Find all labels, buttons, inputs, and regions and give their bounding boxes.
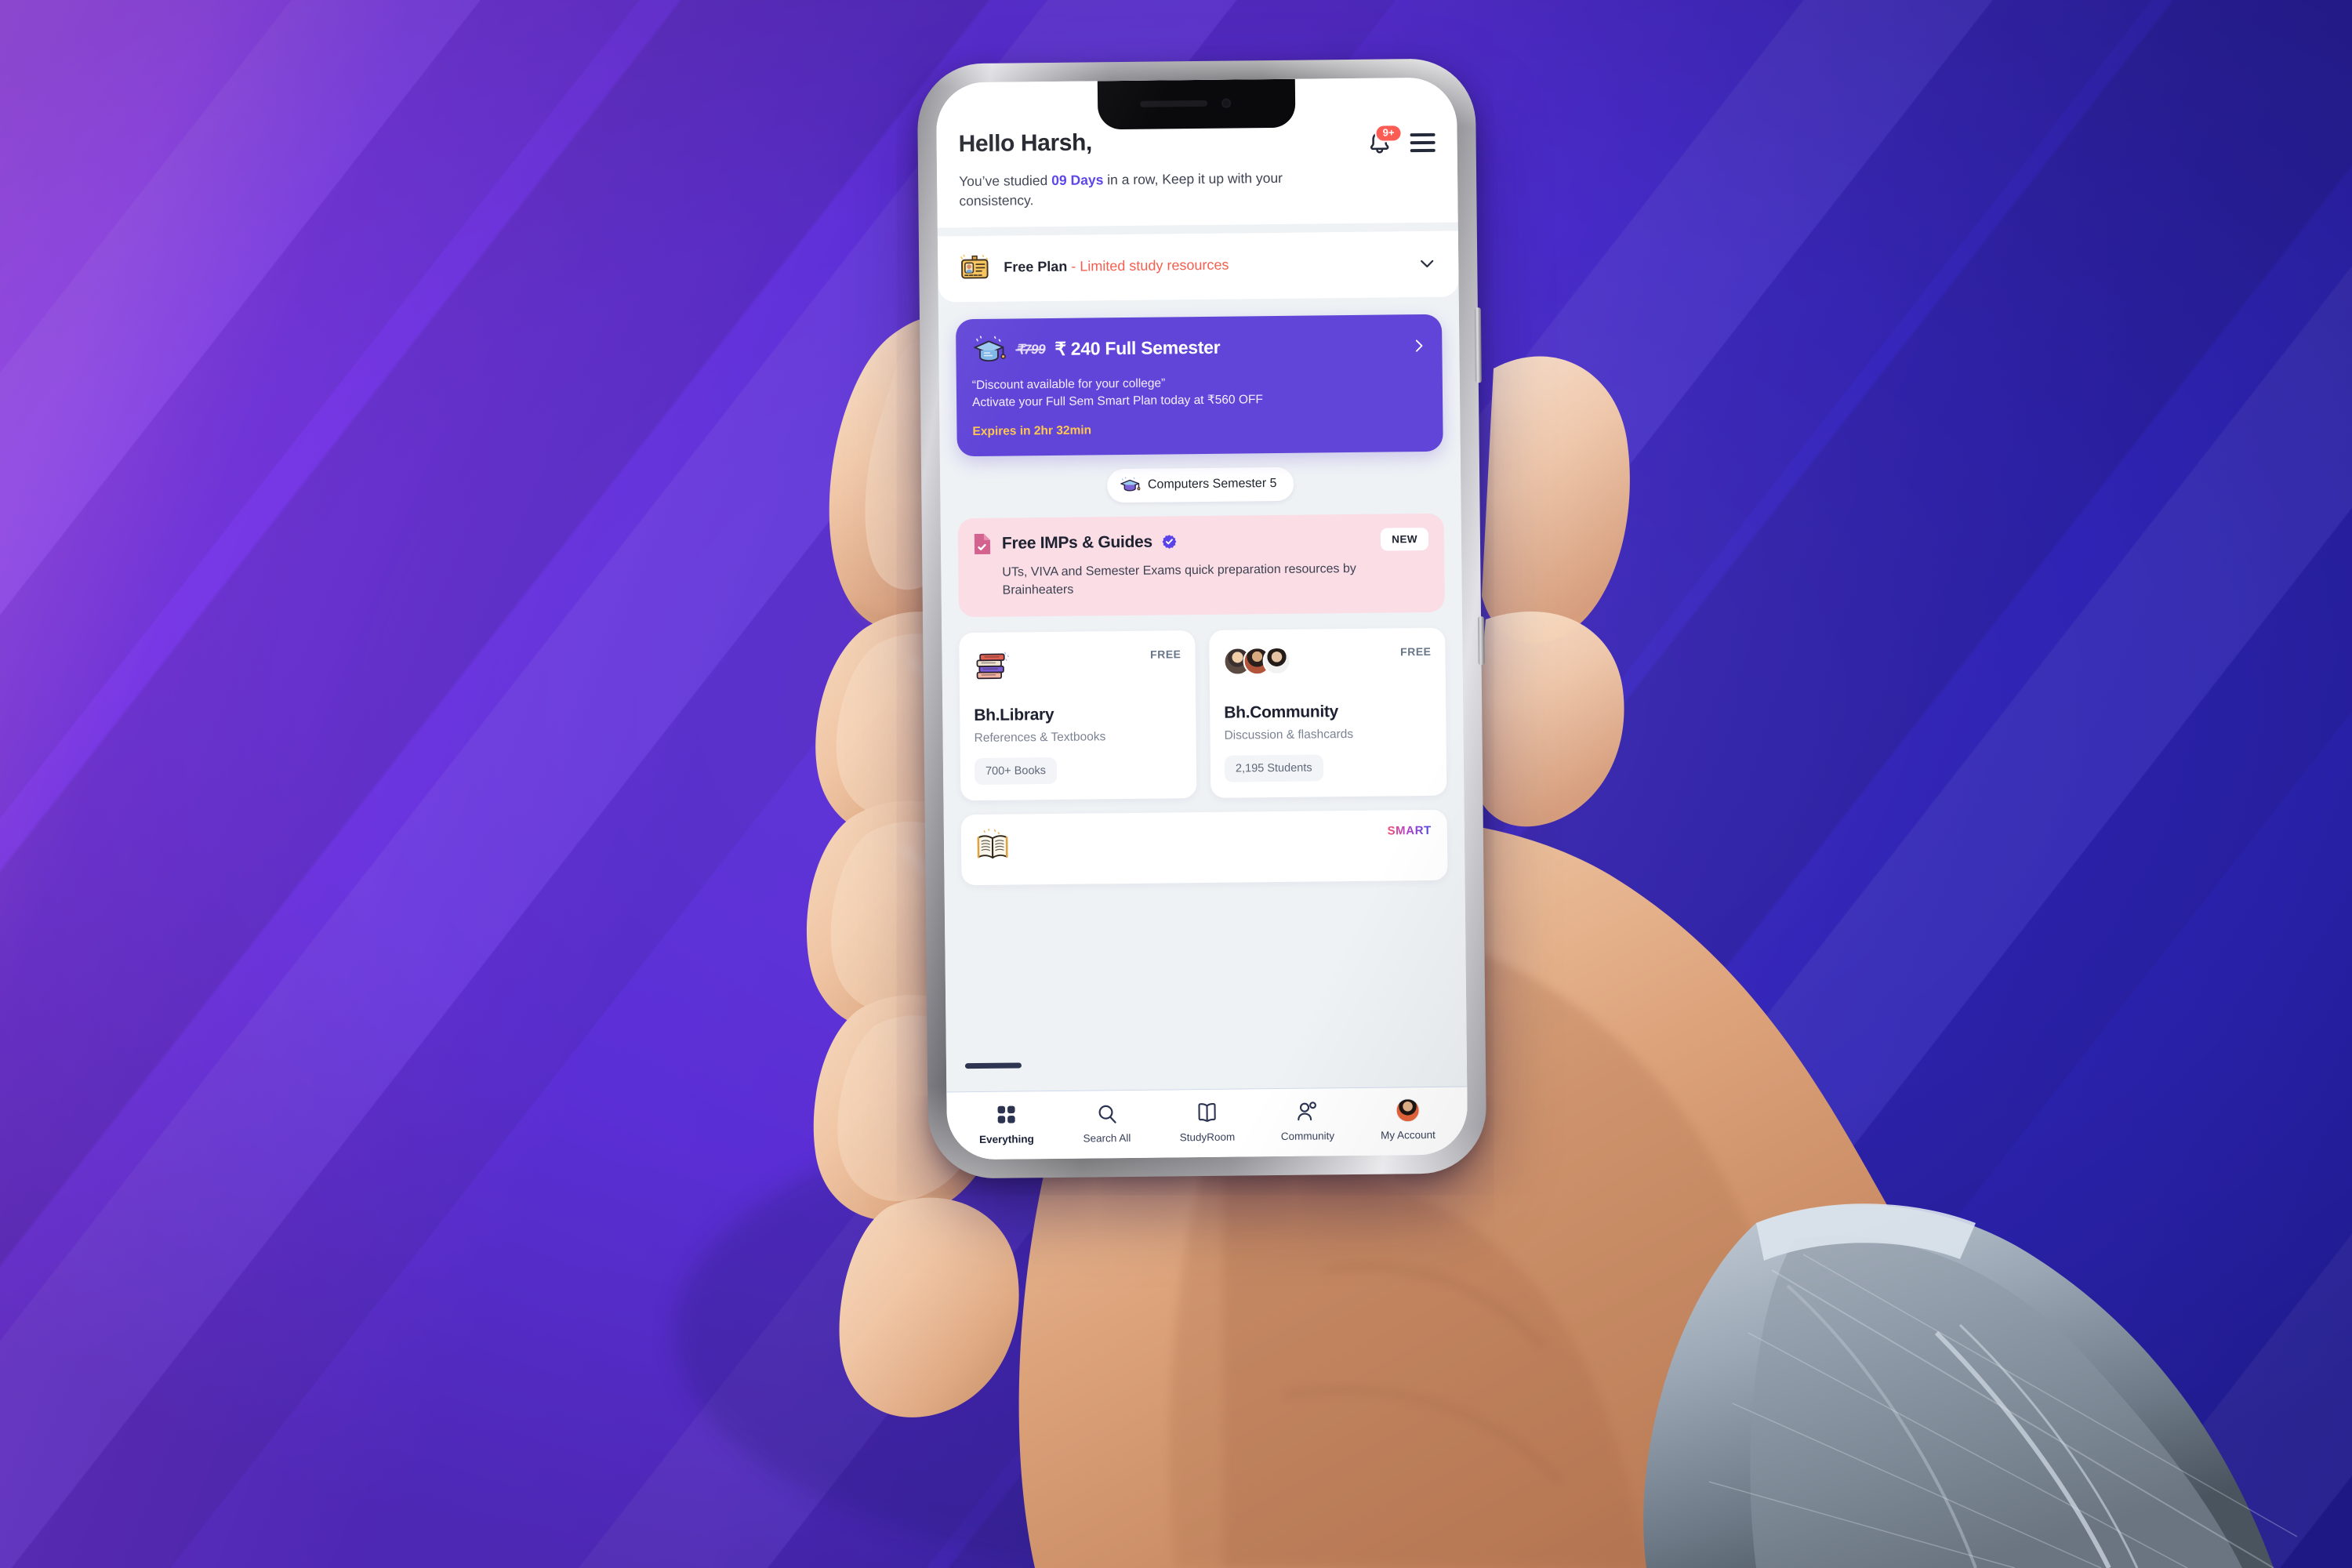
chevron-right-icon[interactable] (1410, 338, 1426, 354)
menu-button[interactable] (1410, 132, 1436, 153)
feature-card-grid: FREE Bh.Library References & Textbooks 7… (959, 627, 1447, 801)
verified-badge-icon (1162, 535, 1177, 550)
books-stack-icon (976, 652, 1009, 680)
book-open-icon (1196, 1101, 1217, 1124)
plan-label: Free Plan - Limited study resources (1004, 256, 1405, 276)
search-icon (1096, 1102, 1117, 1125)
notch (1097, 78, 1296, 130)
tab-everything[interactable]: Everything (956, 1102, 1057, 1145)
card-stat: 2,195 Students (1224, 754, 1323, 782)
tab-studyroom[interactable]: StudyRoom (1156, 1100, 1258, 1143)
plan-name: Free Plan (1004, 259, 1068, 275)
plan-status: - Limited study resources (1071, 256, 1229, 274)
scroll-indicator (964, 1062, 1022, 1069)
hamburger-line (1410, 132, 1436, 137)
tab-my-account[interactable]: My Account (1357, 1098, 1458, 1142)
page-title: Hello Harsh, (958, 129, 1093, 158)
smart-card[interactable]: SMART (960, 809, 1448, 886)
earpiece-speaker (1140, 100, 1208, 107)
card-stat: 700+ Books (974, 757, 1058, 786)
app-root: Hello Harsh, 9+ You’ve studied 09 Days i… (935, 77, 1468, 1160)
hamburger-line (1410, 148, 1436, 153)
open-book-icon (977, 829, 1008, 859)
streak-prefix: You’ve studied (959, 172, 1052, 190)
promo-line-2: Activate your Full Sem Smart Plan today … (972, 393, 1263, 410)
card-tag: FREE (1150, 648, 1181, 661)
plan-status-row[interactable]: Free Plan - Limited study resources (937, 230, 1459, 303)
graduation-cap-icon (1120, 477, 1141, 492)
grid-icon (996, 1103, 1016, 1127)
card-subtitle: Discussion & flashcards (1224, 728, 1354, 742)
card-title: Bh.Community (1224, 702, 1339, 722)
free-imps-card[interactable]: Free IMPs & Guides NEW UTs, VIVA and Sem… (957, 513, 1445, 618)
id-card-icon (960, 254, 989, 279)
card-tag: FREE (1400, 645, 1432, 659)
promo-title: ₹ 240 Full Semester (1054, 336, 1221, 360)
tab-community[interactable]: Community (1257, 1099, 1358, 1142)
community-avatar-group (1223, 646, 1291, 676)
tab-label: Search All (1083, 1131, 1131, 1145)
tab-label: Community (1280, 1130, 1335, 1142)
app-content: ₹799 ₹ 240 Full Semester “Discount avail… (938, 296, 1468, 1091)
people-icon (1296, 1099, 1318, 1123)
free-imps-title: Free IMPs & Guides (1001, 532, 1152, 553)
course-chip-label: Computers Semester 5 (1147, 477, 1277, 492)
promo-banner[interactable]: ₹799 ₹ 240 Full Semester “Discount avail… (955, 314, 1443, 456)
front-camera (1221, 98, 1232, 108)
notifications-button[interactable]: 9+ (1366, 124, 1403, 156)
tab-label: My Account (1380, 1128, 1436, 1142)
hamburger-line (1410, 140, 1436, 145)
graduation-cap-icon (974, 336, 1006, 361)
power-button[interactable] (1474, 307, 1482, 383)
phone-device: Hello Harsh, 9+ You’ve studied 09 Days i… (916, 58, 1487, 1179)
course-chip-row: Computers Semester 5 (957, 465, 1443, 503)
card-subtitle: References & Textbooks (974, 730, 1106, 746)
sleeve (1643, 1203, 2298, 1568)
chevron-down-icon[interactable] (1417, 254, 1436, 273)
volume-button[interactable] (1477, 616, 1485, 666)
card-title: Bh.Library (974, 706, 1054, 725)
feature-card-community[interactable]: FREE Bh.Community Discussion & flashcard… (1209, 627, 1447, 798)
tab-label: StudyRoom (1179, 1131, 1236, 1144)
tab-search-all[interactable]: Search All (1056, 1102, 1157, 1145)
screenshot-stage: Hello Harsh, 9+ You’ve studied 09 Days i… (0, 0, 2352, 1568)
course-selector-chip[interactable]: Computers Semester 5 (1106, 466, 1294, 503)
smart-tag: SMART (1387, 824, 1432, 838)
promo-old-price: ₹799 (1015, 341, 1046, 358)
new-badge: NEW (1381, 528, 1429, 551)
phone-screen: Hello Harsh, 9+ You’ve studied 09 Days i… (935, 77, 1468, 1160)
tab-label: Everything (978, 1133, 1034, 1146)
streak-value: 09 Days (1051, 172, 1104, 188)
free-imps-subtitle: UTs, VIVA and Semester Exams quick prepa… (1002, 561, 1356, 597)
notification-badge: 9+ (1374, 124, 1403, 143)
avatar-icon (1396, 1098, 1420, 1123)
promo-expiry: Expires in 2hr 32min (972, 423, 1092, 438)
bottom-navigation: Everything Search All StudyRoom Communit… (946, 1086, 1468, 1160)
feature-card-library[interactable]: FREE Bh.Library References & Textbooks 7… (959, 630, 1197, 801)
avatar (1262, 646, 1291, 676)
streak-message: You’ve studied 09 Days in a row, Keep it… (959, 169, 1289, 212)
hand-back-fingers (1472, 356, 1630, 827)
document-check-icon (974, 533, 991, 554)
